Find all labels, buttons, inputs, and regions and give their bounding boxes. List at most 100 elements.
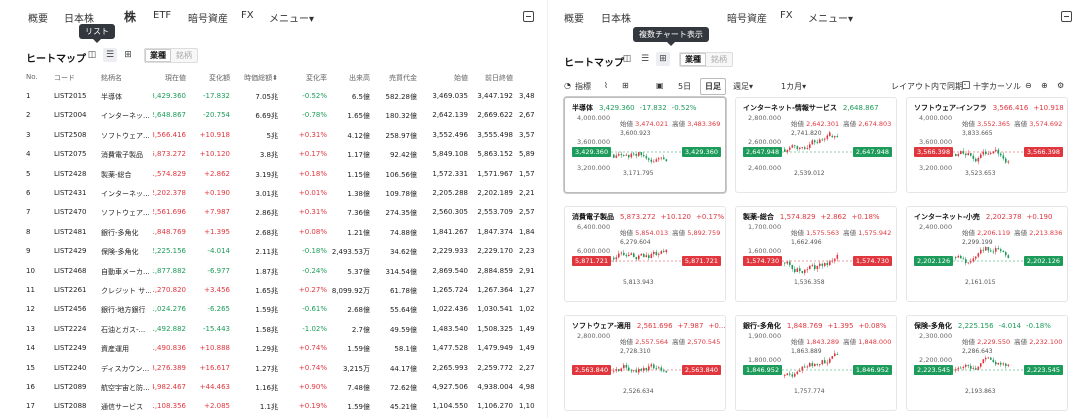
table-cell: 3.01兆: [255, 190, 278, 198]
chart-card[interactable]: 消費電子製品 5,873.272 +10.120 +0.17% 6,400.000 6…: [564, 206, 726, 302]
chart-card[interactable]: インターネット-小売 2,202.378 +0.190 2,400.000 始値 2…: [906, 206, 1068, 302]
column-header[interactable]: 時価総額⬍: [244, 73, 278, 83]
candle-body: [962, 258, 965, 260]
candle-body: [955, 154, 957, 157]
zoom-out-icon[interactable]: ⊖: [1025, 81, 1032, 90]
table-row[interactable]: 10 LIST2468 自動車メーカ... 1,877.882 -6.977 1.87兆 -…: [0, 262, 543, 281]
period-daily[interactable]: 日足: [700, 78, 726, 95]
table-row[interactable]: 17 LIST2088 通信サービス 1,108.356 +2.085 1.1兆 +0.19…: [0, 397, 543, 416]
nav-stocks-active[interactable]: 株: [124, 8, 136, 25]
nav-japan-stocks-2[interactable]: 日本株: [601, 10, 631, 25]
nav-menu-2[interactable]: メニュー▾: [808, 10, 853, 25]
nav-crypto[interactable]: 暗号資産: [188, 10, 228, 25]
column-header[interactable]: コード: [54, 73, 75, 83]
list-view-icon[interactable]: ☰: [103, 48, 117, 62]
price-tag-left: 2,563.840: [572, 365, 612, 375]
nav-etf[interactable]: ETF: [153, 10, 171, 21]
nav-overview[interactable]: 概要: [28, 10, 48, 25]
column-header[interactable]: 変化額: [209, 73, 230, 83]
segment-industry-2[interactable]: 業種: [680, 53, 706, 66]
chart-card[interactable]: ソフトウェア-インフラ 3,566.416 +10.918 4,000.000 3,…: [906, 97, 1068, 193]
y-axis-label: 1,700.000: [748, 223, 782, 231]
table-cell: -1.02%: [302, 324, 327, 333]
exit-icon[interactable]: [523, 11, 534, 22]
period-5d[interactable]: 5日: [678, 81, 691, 92]
panel-view-icon[interactable]: ◫: [85, 48, 99, 62]
column-header[interactable]: 始値: [454, 73, 468, 83]
table-row[interactable]: 15 LIST2240 ディスカウン... 3,276.389 +16.617 1.27兆…: [0, 359, 543, 378]
column-header[interactable]: 変化率: [306, 73, 327, 83]
list-view-icon-2[interactable]: ☰: [638, 52, 652, 66]
table-row[interactable]: 4 LIST2075 消費電子製品 5,873.272 +10.120 3.8兆 +0.17…: [0, 145, 543, 164]
candle-body: [640, 368, 643, 371]
grid-view-icon[interactable]: ⊞: [121, 48, 135, 62]
table-row[interactable]: 9 LIST2429 保険-多角化 2,225.156 -4.014 2.11兆 -0.18…: [0, 242, 543, 261]
chart-card[interactable]: インターネット-情報サービス 2,648.867 2,800.000 2,600.…: [735, 97, 897, 193]
exit-icon-2[interactable]: [1061, 11, 1072, 22]
table-row[interactable]: 12 LIST2456 銀行-地方銀行 1,024.276 -6.265 1.59兆 -0.…: [0, 300, 543, 319]
candle-body: [960, 367, 962, 369]
column-header[interactable]: 銘柄名: [101, 73, 122, 83]
table-row[interactable]: 11 LIST2261 クレジット サ... 1,270.820 +3.456 1.65兆…: [0, 281, 543, 300]
nav-crypto-2[interactable]: 暗号資産: [727, 10, 767, 25]
column-header[interactable]: No.: [26, 73, 38, 81]
chart-card[interactable]: 保険-多角化 2,225.156 -4.014 -0.18% 2,300.000 2,…: [906, 315, 1068, 411]
high-marker: 2,286.643: [962, 348, 993, 355]
table-row[interactable]: 14 LIST2249 資産運用 1,490.836 +10.888 1.29兆 +0.74…: [0, 339, 543, 358]
panel-view-icon-2[interactable]: ◫: [620, 52, 634, 66]
table-row[interactable]: 13 LIST2224 石油とガス-... 1,492.882 -15.443 1.58兆…: [0, 320, 543, 339]
nav-overview-2[interactable]: 概要: [564, 10, 584, 25]
candle-body: [653, 161, 655, 163]
table-row[interactable]: 5 LIST2428 製薬-総合 1,574.829 +2.862 3.19兆 +0.18%…: [0, 165, 543, 184]
grid-view-icon-2[interactable]: ⊞: [656, 52, 670, 66]
indicator-button[interactable]: 指標: [575, 81, 591, 92]
candle-body: [962, 366, 965, 368]
zoom-in-icon[interactable]: ⊕: [1041, 81, 1048, 90]
candle-body: [796, 146, 799, 149]
candle-body: [1002, 363, 1005, 365]
chart-card[interactable]: 半導体 3,429.360 -17.832 -0.52% 4,000.000 3,60…: [564, 97, 726, 193]
table-cell: -0.78%: [302, 111, 327, 120]
nav-menu[interactable]: メニュー▾: [269, 10, 314, 25]
table-cell: 2,67: [519, 111, 535, 120]
crosshair-checkbox[interactable]: [962, 81, 970, 89]
open-high-readout: 始値 3,552.365 高値 3,574.692: [962, 118, 1066, 128]
candle-body: [645, 367, 648, 371]
nav-japan-stocks[interactable]: 日本株: [64, 10, 94, 25]
table-row[interactable]: 2 LIST2004 インターネッ... 2,648.867 -20.754 6.69兆 -…: [0, 106, 543, 125]
candle-body: [977, 158, 980, 162]
candle-body: [789, 147, 791, 150]
column-header[interactable]: 売買代金: [389, 73, 417, 83]
nav-fx[interactable]: FX: [241, 10, 254, 21]
chart-card[interactable]: 銀行-多角化 1,848.769 +1.395 +0.08% 1,900.000 1,…: [735, 315, 897, 411]
range-dropdown[interactable]: 1カ月▾: [781, 81, 806, 92]
period-weekly-dropdown[interactable]: 週足▾: [733, 81, 753, 92]
column-header[interactable]: 前日終値: [485, 73, 513, 83]
price-tag-left: 2,202.126: [914, 256, 954, 266]
nav-fx-2[interactable]: FX: [780, 10, 793, 21]
draw-icon[interactable]: ⌇: [604, 81, 608, 90]
card-change: -4.014: [998, 322, 1022, 330]
table-cell: 2,553.709: [477, 208, 513, 217]
column-header[interactable]: 出来高: [349, 73, 370, 83]
layout-icon[interactable]: ⊞: [622, 81, 629, 90]
open-high-readout: 始値 5,854.013 高値 5,892.759: [620, 227, 724, 237]
table-row[interactable]: 6 LIST2431 インターネッ... 2,202.378 +0.190 3.01兆 +0…: [0, 184, 543, 203]
settings-gear-icon[interactable]: ⚙: [1057, 81, 1064, 90]
segment-stock-2[interactable]: 銘柄: [706, 53, 732, 66]
table-row[interactable]: 3 LIST2508 ソフトウェア... 3,566.416 +10.918 5兆 +0.3…: [0, 126, 543, 145]
chart-card[interactable]: ソフトウェア-適用 2,561.696 +7.987 +0... 2,800.000 …: [564, 315, 726, 411]
segment-stock[interactable]: 銘柄: [171, 49, 197, 62]
table-row[interactable]: 8 LIST2481 銀行-多角化 1,848.769 +1.395 2.68兆 +0.08…: [0, 223, 543, 242]
indicator-icon[interactable]: ◔: [564, 81, 571, 90]
calendar-icon[interactable]: ▣: [656, 81, 664, 90]
segment-industry[interactable]: 業種: [145, 49, 171, 62]
table-row[interactable]: 16 LIST2089 航空宇宙と防... 4,982.467 +44.463 1.16兆…: [0, 378, 543, 397]
high-label: 高値: [672, 120, 686, 128]
chart-card[interactable]: 製薬-総合 1,574.829 +2.862 +0.18% 1,700.000 1,6…: [735, 206, 897, 302]
table-row[interactable]: 1 LIST2015 半導体 3,429.360 -17.832 7.05兆 -0.52% 6…: [0, 87, 543, 106]
table-row[interactable]: 7 LIST2470 ソフトウェア... 2,561.696 +7.987 2.86兆 +0…: [0, 203, 543, 222]
column-header[interactable]: 現在値: [165, 73, 186, 83]
price-tag-right: 2,647.948: [852, 147, 892, 157]
price-tag-right: 2,223.545: [1023, 365, 1063, 375]
